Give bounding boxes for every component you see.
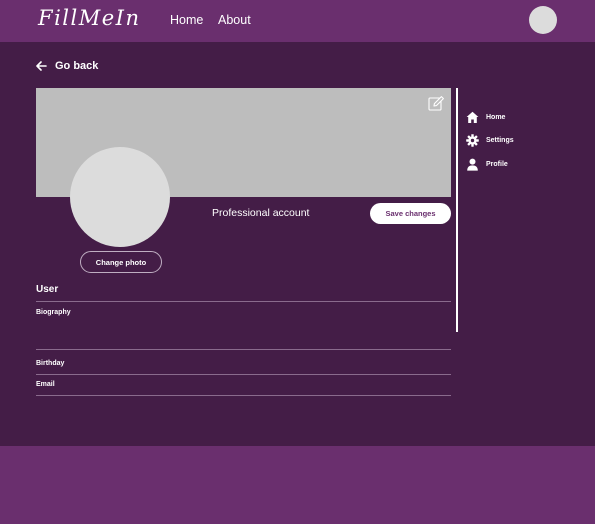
divider [36,301,451,302]
go-back-link[interactable]: Go back [36,59,98,73]
sidebar-item-settings[interactable]: Settings [466,133,514,147]
sidebar-item-label: Settings [486,136,514,144]
biography-label: Biography [36,309,71,316]
gear-icon [466,133,479,147]
nav-link-about[interactable]: About [218,13,251,27]
biography-underline [36,349,451,350]
user-icon [467,158,478,171]
email-field[interactable] [36,379,451,393]
change-photo-button[interactable]: Change photo [80,251,162,273]
account-type-label: Professional account [212,207,310,219]
sidebar-item-label: Profile [486,160,508,168]
sidebar-item-profile[interactable]: Profile [466,157,508,171]
biography-field[interactable] [36,322,451,346]
profile-photo [70,147,170,247]
section-title: User [36,284,59,295]
sidebar-divider [456,88,458,332]
brand-logo[interactable]: FillMeIn [38,6,140,30]
top-nav-bar: FillMeIn Home About [0,0,595,42]
sidebar-item-home[interactable]: Home [466,110,505,124]
sidebar-item-label: Home [486,113,506,121]
edit-icon[interactable] [428,95,445,112]
email-underline [36,395,451,396]
arrow-left-icon [36,61,47,71]
birthday-underline [36,374,451,375]
save-changes-button[interactable]: Save changes [370,203,451,224]
nav-link-home[interactable]: Home [170,13,203,27]
birthday-field[interactable] [36,358,451,372]
go-back-label: Go back [55,60,99,72]
user-avatar[interactable] [529,6,557,34]
home-icon [466,111,479,123]
